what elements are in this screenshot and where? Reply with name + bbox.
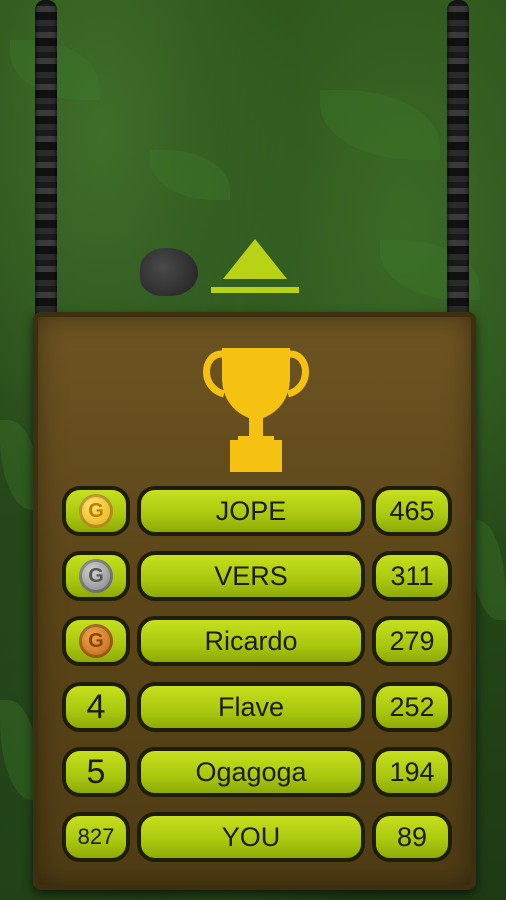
right-chain	[447, 0, 469, 325]
rank-cell: G	[62, 616, 130, 666]
silver-medal-icon: G	[79, 559, 113, 593]
player-score: 465	[372, 486, 452, 536]
medal-letter: G	[88, 499, 104, 522]
left-chain	[35, 0, 57, 325]
trophy-icon	[203, 348, 309, 472]
rank-cell: 4	[62, 682, 130, 732]
rank-number: 827	[77, 824, 115, 849]
player-score: 194	[372, 747, 452, 797]
rank-cell: 827	[62, 812, 130, 862]
bronze-medal-icon: G	[79, 624, 113, 658]
rank-number: 5	[86, 752, 106, 791]
player-name: VERS	[137, 551, 365, 601]
rank-cell: 5	[62, 747, 130, 797]
rank-cell: G	[62, 551, 130, 601]
player-name: Ogagoga	[137, 747, 365, 797]
player-name: Ricardo	[137, 616, 365, 666]
rank-number: 4	[86, 687, 106, 726]
player-score: 279	[372, 616, 452, 666]
player-name: YOU	[137, 812, 365, 862]
rank-cell: G	[62, 486, 130, 536]
player-name: JOPE	[137, 486, 365, 536]
up-arrow-icon[interactable]	[203, 237, 307, 303]
gold-medal-icon: G	[79, 494, 113, 528]
medal-letter: G	[88, 629, 104, 652]
rock-decoration	[140, 248, 198, 296]
player-score: 252	[372, 682, 452, 732]
player-score: 89	[372, 812, 452, 862]
player-score: 311	[372, 551, 452, 601]
player-name: Flave	[137, 682, 365, 732]
medal-letter: G	[88, 564, 104, 587]
